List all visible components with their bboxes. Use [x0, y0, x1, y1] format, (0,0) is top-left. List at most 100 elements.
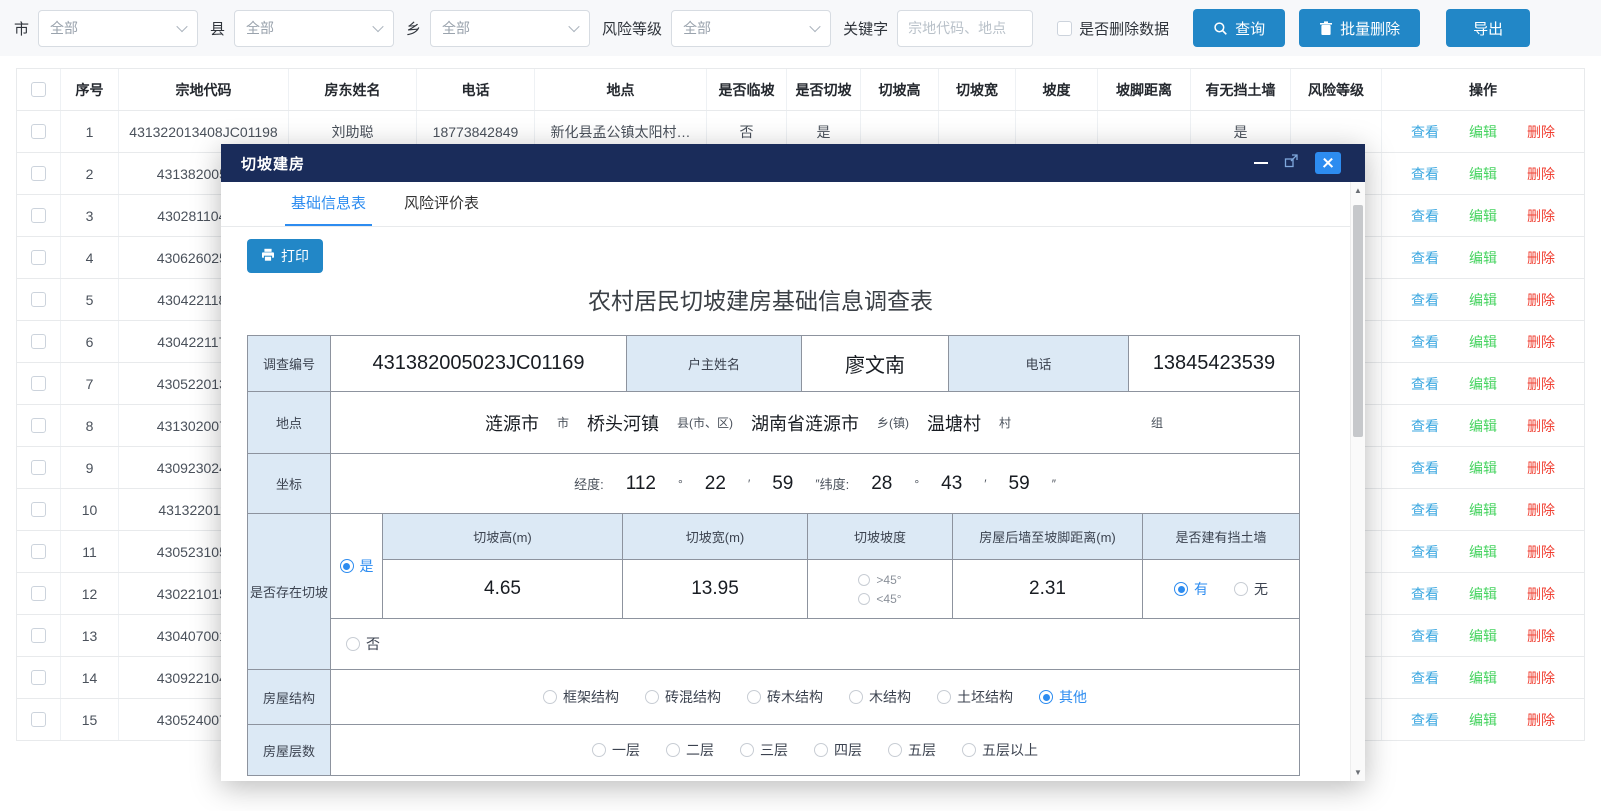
row-checkbox[interactable]	[31, 166, 46, 181]
view-link[interactable]: 查看	[1411, 668, 1439, 688]
radio-circle[interactable]	[666, 743, 680, 757]
radio-三层[interactable]: 三层	[740, 740, 788, 760]
delete-link[interactable]: 删除	[1527, 542, 1555, 562]
edit-link[interactable]: 编辑	[1469, 626, 1497, 646]
edit-link[interactable]: 编辑	[1469, 584, 1497, 604]
radio-砖混结构[interactable]: 砖混结构	[645, 687, 721, 707]
row-checkbox[interactable]	[31, 418, 46, 433]
row-checkbox[interactable]	[31, 460, 46, 475]
radio-木结构[interactable]: 木结构	[849, 687, 911, 707]
radio->45°[interactable]: >45°	[858, 573, 901, 587]
print-button[interactable]: 打印	[247, 239, 323, 273]
delete-link[interactable]: 删除	[1527, 500, 1555, 520]
filter-select-风险等级[interactable]: 全部	[671, 10, 831, 47]
edit-link[interactable]: 编辑	[1469, 122, 1497, 142]
radio-circle[interactable]	[962, 743, 976, 757]
radio-circle[interactable]	[543, 690, 557, 704]
row-checkbox[interactable]	[31, 502, 46, 517]
radio-circle[interactable]	[858, 593, 870, 605]
close-icon[interactable]	[1315, 152, 1341, 174]
tab-risk-evaluation[interactable]: 风险评价表	[404, 192, 479, 226]
edit-link[interactable]: 编辑	[1469, 416, 1497, 436]
radio-circle[interactable]	[346, 637, 360, 651]
edit-link[interactable]: 编辑	[1469, 458, 1497, 478]
keyword-input[interactable]	[897, 10, 1033, 47]
radio-circle[interactable]	[1039, 690, 1053, 704]
radio-无[interactable]: 无	[1234, 579, 1268, 599]
radio-circle[interactable]	[645, 690, 659, 704]
batch-delete-button[interactable]: 批量删除	[1299, 9, 1420, 47]
radio-五层以上[interactable]: 五层以上	[962, 740, 1038, 760]
edit-link[interactable]: 编辑	[1469, 332, 1497, 352]
search-button[interactable]: 查询	[1193, 9, 1285, 47]
delete-link[interactable]: 删除	[1527, 458, 1555, 478]
select-all-checkbox[interactable]	[31, 82, 46, 97]
view-link[interactable]: 查看	[1411, 164, 1439, 184]
row-checkbox[interactable]	[31, 292, 46, 307]
radio-circle[interactable]	[1174, 582, 1188, 596]
row-checkbox[interactable]	[31, 670, 46, 685]
radio-circle[interactable]	[937, 690, 951, 704]
row-checkbox[interactable]	[31, 124, 46, 139]
minimize-icon[interactable]	[1254, 162, 1268, 164]
edit-link[interactable]: 编辑	[1469, 248, 1497, 268]
view-link[interactable]: 查看	[1411, 248, 1439, 268]
radio-<45°[interactable]: <45°	[858, 592, 901, 606]
view-link[interactable]: 查看	[1411, 458, 1439, 478]
radio-砖木结构[interactable]: 砖木结构	[747, 687, 823, 707]
view-link[interactable]: 查看	[1411, 122, 1439, 142]
scrollbar-down-arrow[interactable]: ▼	[1351, 765, 1365, 780]
tab-basic-info[interactable]: 基础信息表	[291, 192, 366, 226]
scrollbar-thumb[interactable]	[1353, 205, 1363, 437]
view-link[interactable]: 查看	[1411, 374, 1439, 394]
edit-link[interactable]: 编辑	[1469, 710, 1497, 730]
delete-link[interactable]: 删除	[1527, 332, 1555, 352]
radio-其他[interactable]: 其他	[1039, 687, 1087, 707]
radio-circle[interactable]	[814, 743, 828, 757]
filter-select-乡[interactable]: 全部	[430, 10, 590, 47]
radio-框架结构[interactable]: 框架结构	[543, 687, 619, 707]
radio-circle[interactable]	[747, 690, 761, 704]
radio-circle[interactable]	[849, 690, 863, 704]
delete-link[interactable]: 删除	[1527, 626, 1555, 646]
filter-select-市[interactable]: 全部	[38, 10, 198, 47]
row-checkbox[interactable]	[31, 586, 46, 601]
radio-circle[interactable]	[888, 743, 902, 757]
filter-select-县[interactable]: 全部	[234, 10, 394, 47]
row-checkbox[interactable]	[31, 544, 46, 559]
edit-link[interactable]: 编辑	[1469, 500, 1497, 520]
radio-一层[interactable]: 一层	[592, 740, 640, 760]
radio-二层[interactable]: 二层	[666, 740, 714, 760]
modal-scrollbar[interactable]: ▲ ▼	[1350, 182, 1365, 781]
radio-circle[interactable]	[740, 743, 754, 757]
row-checkbox[interactable]	[31, 628, 46, 643]
row-checkbox[interactable]	[31, 376, 46, 391]
view-link[interactable]: 查看	[1411, 626, 1439, 646]
view-link[interactable]: 查看	[1411, 416, 1439, 436]
radio-有[interactable]: 有	[1174, 579, 1208, 599]
view-link[interactable]: 查看	[1411, 206, 1439, 226]
row-checkbox[interactable]	[31, 334, 46, 349]
view-link[interactable]: 查看	[1411, 710, 1439, 730]
radio-circle[interactable]	[858, 574, 870, 586]
delete-link[interactable]: 删除	[1527, 248, 1555, 268]
radio-否[interactable]: 否	[346, 634, 380, 654]
modal-titlebar[interactable]: 切坡建房	[221, 144, 1365, 182]
edit-link[interactable]: 编辑	[1469, 542, 1497, 562]
maximize-icon[interactable]	[1284, 153, 1299, 173]
delete-link[interactable]: 删除	[1527, 374, 1555, 394]
delete-link[interactable]: 删除	[1527, 122, 1555, 142]
edit-link[interactable]: 编辑	[1469, 206, 1497, 226]
delete-link[interactable]: 删除	[1527, 290, 1555, 310]
scrollbar-up-arrow[interactable]: ▲	[1351, 183, 1365, 198]
edit-link[interactable]: 编辑	[1469, 164, 1497, 184]
view-link[interactable]: 查看	[1411, 332, 1439, 352]
delete-link[interactable]: 删除	[1527, 710, 1555, 730]
radio-circle[interactable]	[592, 743, 606, 757]
view-link[interactable]: 查看	[1411, 500, 1439, 520]
delete-link[interactable]: 删除	[1527, 584, 1555, 604]
view-link[interactable]: 查看	[1411, 584, 1439, 604]
row-checkbox[interactable]	[31, 712, 46, 727]
edit-link[interactable]: 编辑	[1469, 290, 1497, 310]
radio-circle[interactable]	[1234, 582, 1248, 596]
